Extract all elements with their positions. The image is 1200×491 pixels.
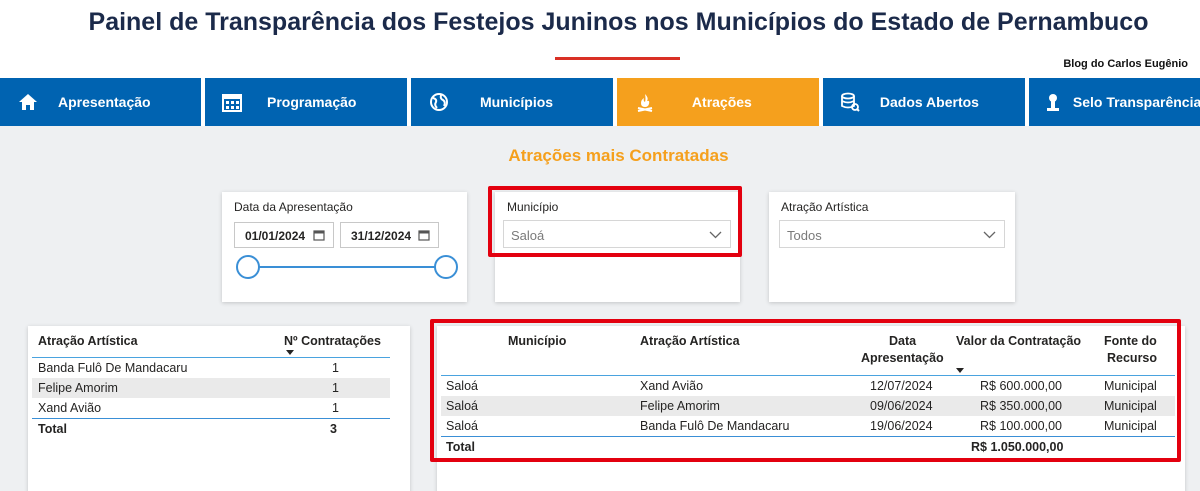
- nav-apresentacao[interactable]: Apresentação: [0, 78, 201, 126]
- date-start-handle[interactable]: [236, 255, 260, 279]
- nav-programacao[interactable]: Programação: [204, 78, 407, 126]
- atracao-dropdown[interactable]: Todos: [779, 220, 1005, 248]
- table-row[interactable]: Xand Avião 1: [32, 398, 390, 418]
- nav-label: Selo Transparência: [1072, 94, 1200, 110]
- cell-atracao: Banda Fulô De Mandacaru: [38, 361, 188, 375]
- cell-count: 1: [332, 401, 339, 415]
- cell-atracao: Xand Avião: [38, 401, 102, 415]
- table-row[interactable]: Banda Fulô De Mandacaru 1: [32, 358, 390, 378]
- title-underline: [555, 57, 680, 60]
- highlight-box-detail-table: [430, 319, 1181, 462]
- atracao-selected-value: Todos: [787, 228, 822, 243]
- summary-table: Atração Artística Nº Contratações Banda …: [28, 326, 410, 491]
- atracao-slicer-label: Atração Artística: [781, 200, 869, 214]
- globe-icon: [429, 93, 448, 111]
- calendar-icon: [221, 94, 242, 112]
- nav-label: Programação: [266, 94, 357, 110]
- table-row[interactable]: Felipe Amorim 1: [32, 378, 390, 398]
- nav-label: Apresentação: [58, 94, 151, 110]
- start-date-input[interactable]: 01/01/2024: [234, 222, 334, 248]
- date-end-handle[interactable]: [434, 255, 458, 279]
- total-row: Total 3: [32, 419, 390, 439]
- calendar-icon: [418, 230, 430, 241]
- col-header-atracao[interactable]: Atração Artística: [38, 334, 138, 348]
- sort-desc-icon: [286, 350, 294, 355]
- total-value: 3: [330, 422, 337, 436]
- nav-label: Dados Abertos: [879, 94, 979, 110]
- end-date-value: 31/12/2024: [351, 229, 412, 243]
- nav-atracoes[interactable]: Atrações: [616, 78, 819, 126]
- nav-dados-abertos[interactable]: Dados Abertos: [822, 78, 1025, 126]
- page-title: Painel de Transparência dos Festejos Jun…: [88, 8, 1149, 36]
- main-nav: Apresentação Programação Municípios Atra…: [0, 78, 1200, 126]
- cell-atracao: Felipe Amorim: [38, 381, 118, 395]
- calendar-icon: [313, 230, 325, 241]
- cell-count: 1: [332, 361, 339, 375]
- date-slicer: Data da Apresentação 01/01/2024 31/12/20…: [222, 192, 467, 302]
- bonfire-icon: [637, 94, 653, 112]
- nav-label: Atrações: [691, 94, 752, 110]
- chevron-down-icon: [983, 231, 996, 239]
- date-slicer-label: Data da Apresentação: [234, 200, 353, 214]
- total-label: Total: [38, 422, 67, 436]
- end-date-input[interactable]: 31/12/2024: [340, 222, 439, 248]
- section-title: Atrações mais Contratadas: [508, 146, 729, 165]
- col-header-contratacoes[interactable]: Nº Contratações: [284, 334, 381, 348]
- highlight-box-municipio: [488, 186, 742, 257]
- nav-label: Municípios: [479, 94, 554, 110]
- nav-municipios[interactable]: Municípios: [410, 78, 613, 126]
- nav-selo-transparencia[interactable]: Selo Transparência: [1028, 78, 1200, 126]
- cell-count: 1: [332, 381, 339, 395]
- atracao-slicer: Atração Artística Todos: [769, 192, 1015, 302]
- database-icon: [840, 92, 860, 112]
- home-icon: [19, 94, 37, 110]
- user-icon: [1046, 94, 1059, 111]
- start-date-value: 01/01/2024: [245, 229, 306, 243]
- date-range-track: [248, 266, 448, 268]
- blog-credit: Blog do Carlos Eugênio: [1063, 58, 1188, 70]
